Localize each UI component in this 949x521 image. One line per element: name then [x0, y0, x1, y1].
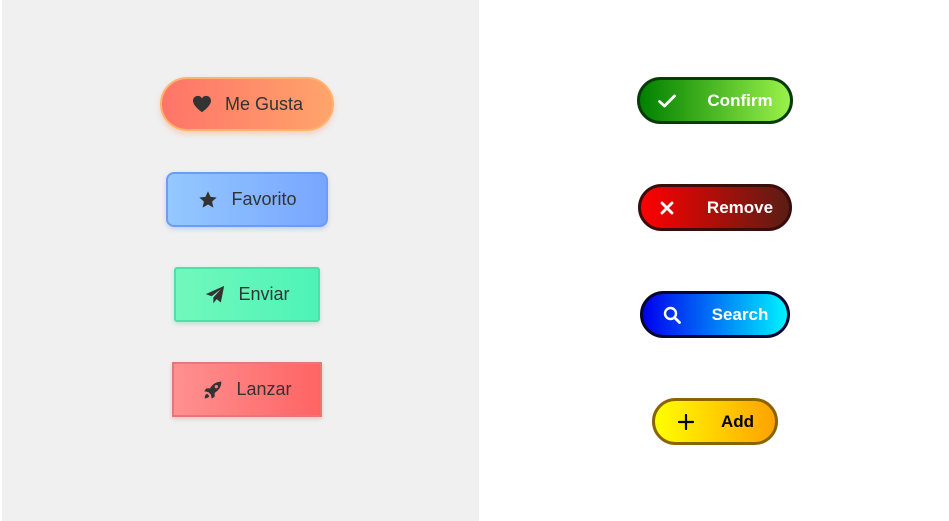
search-button[interactable]: Search: [640, 291, 790, 338]
favorito-button[interactable]: Favorito: [166, 172, 328, 227]
plus-icon: [676, 412, 696, 432]
search-icon: [662, 305, 682, 325]
rocket-icon: [202, 379, 224, 401]
add-button[interactable]: Add: [652, 398, 778, 445]
confirm-button[interactable]: Confirm: [637, 77, 793, 124]
heart-icon: [191, 93, 213, 115]
search-label: Search: [711, 304, 769, 324]
star-icon: [197, 189, 219, 211]
lanzar-label: Lanzar: [236, 379, 292, 399]
favorito-label: Favorito: [231, 189, 297, 209]
confirm-label: Confirm: [707, 90, 773, 110]
me-gusta-button[interactable]: Me Gusta: [160, 77, 334, 131]
lanzar-button[interactable]: Lanzar: [172, 362, 322, 417]
enviar-button[interactable]: Enviar: [174, 267, 320, 322]
add-label: Add: [720, 411, 755, 431]
remove-label: Remove: [706, 197, 774, 217]
check-icon: [657, 91, 677, 111]
me-gusta-label: Me Gusta: [224, 93, 304, 114]
enviar-label: Enviar: [238, 284, 290, 304]
paper-plane-icon: [204, 284, 226, 306]
remove-button[interactable]: Remove: [638, 184, 792, 231]
close-icon: [657, 198, 677, 218]
